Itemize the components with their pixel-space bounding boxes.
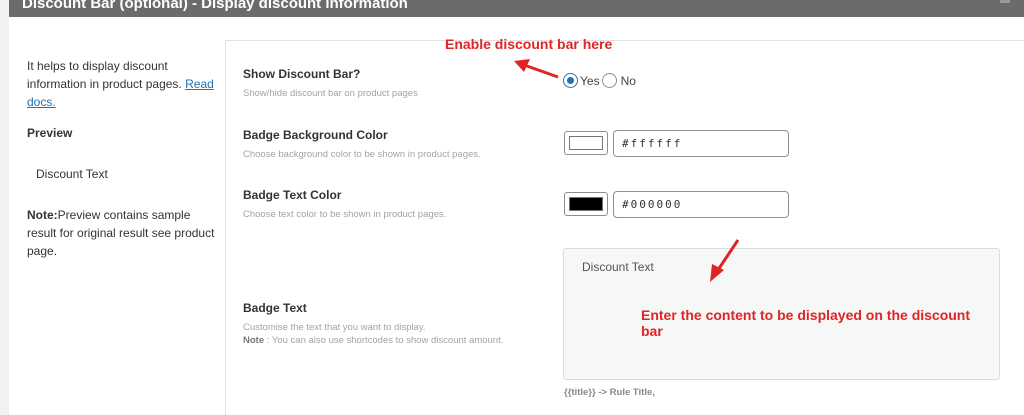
show-discount-bar-label: Show Discount Bar? — [243, 67, 361, 81]
content-arrow-icon — [710, 239, 740, 282]
text-color-input[interactable]: #000000 — [613, 191, 789, 218]
sidebar: It helps to display discount information… — [27, 57, 217, 260]
yes-label: Yes — [580, 73, 600, 88]
badge-text-color-label: Badge Text Color — [243, 188, 342, 202]
preview-title: Preview — [27, 126, 73, 140]
show-discount-bar-radio-group: Yes No — [563, 73, 636, 88]
section-header: Discount Bar (optional) - Display discou… — [9, 0, 1024, 17]
collapse-icon[interactable] — [1000, 0, 1010, 3]
text-color-swatch[interactable] — [564, 192, 608, 216]
bg-color-input[interactable]: #ffffff — [613, 130, 789, 157]
content-annotation: Enter the content to be displayed on the… — [641, 307, 971, 339]
no-label: No — [620, 73, 636, 88]
badge-bg-color-desc: Choose background color to be shown in p… — [243, 149, 481, 160]
bg-color-swatch[interactable] — [564, 131, 608, 155]
yes-radio[interactable] — [563, 73, 578, 88]
enable-annotation: Enable discount bar here — [445, 36, 613, 52]
section-title: Discount Bar (optional) - Display discou… — [22, 0, 408, 12]
preview-text: Discount Text — [36, 167, 108, 181]
shortcode-hint: {{title}} -> Rule Title, — [564, 387, 655, 398]
no-radio[interactable] — [601, 73, 617, 88]
preview-note: Note:Preview contains sample result for … — [27, 208, 215, 258]
badge-text-color-desc: Choose text color to be shown in product… — [243, 209, 447, 220]
badge-bg-color-label: Badge Background Color — [243, 128, 388, 142]
help-text: It helps to display discount information… — [27, 59, 214, 109]
badge-text-desc: Customise the text that you want to disp… — [243, 322, 504, 346]
badge-text-label: Badge Text — [243, 301, 307, 315]
show-discount-bar-desc: Show/hide discount bar on product pages — [243, 88, 418, 99]
enable-arrow-icon — [514, 59, 559, 79]
